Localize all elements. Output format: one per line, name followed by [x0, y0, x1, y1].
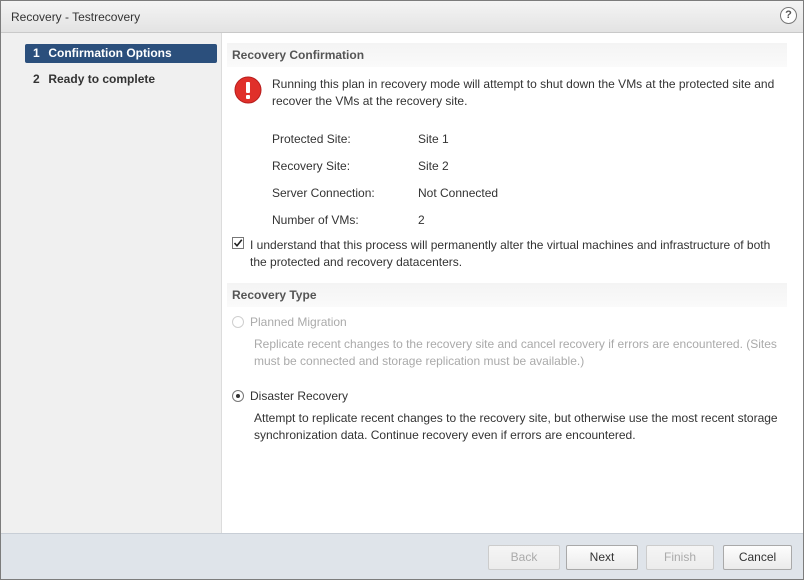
number-of-vms-value: 2	[418, 213, 425, 227]
server-connection-value: Not Connected	[418, 186, 499, 200]
back-button[interactable]: Back	[488, 545, 560, 570]
protected-site-label: Protected Site:	[272, 132, 351, 146]
step-confirmation-options[interactable]: 1 Confirmation Options	[25, 44, 217, 63]
finish-button[interactable]: Finish	[646, 545, 714, 570]
title-bar: Recovery - Testrecovery ?	[1, 1, 803, 33]
planned-migration-description: Replicate recent changes to the recovery…	[254, 337, 777, 368]
error-icon	[234, 76, 262, 104]
disaster-recovery-label: Disaster Recovery	[250, 389, 349, 403]
wizard-steps: 1 Confirmation Options 2 Ready to comple…	[1, 33, 222, 533]
cancel-button[interactable]: Cancel	[723, 545, 792, 570]
planned-migration-radio[interactable]	[232, 316, 244, 328]
recovery-site-label: Recovery Site:	[272, 159, 351, 173]
acknowledge-checkbox[interactable]	[232, 237, 244, 249]
disaster-recovery-radio[interactable]	[232, 390, 244, 402]
planned-migration-label: Planned Migration	[250, 315, 347, 329]
disaster-recovery-description: Attempt to replicate recent changes to t…	[254, 411, 778, 442]
radio-selected-dot	[236, 394, 240, 398]
step-label: Confirmation Options	[48, 46, 172, 60]
recovery-type-header: Recovery Type	[227, 283, 787, 307]
dialog-footer: Back Next Finish Cancel	[1, 533, 803, 579]
step-label: Ready to complete	[48, 72, 156, 86]
number-of-vms-label: Number of VMs:	[272, 213, 359, 227]
recovery-dialog: Recovery - Testrecovery ? 1 Confirmation…	[0, 0, 804, 580]
dialog-title: Recovery - Testrecovery	[11, 10, 141, 24]
next-button[interactable]: Next	[566, 545, 638, 570]
server-connection-label: Server Connection:	[272, 186, 375, 200]
protected-site-value: Site 1	[418, 132, 449, 146]
main-content: Recovery Confirmation Running this plan …	[222, 33, 803, 533]
warning-text: Running this plan in recovery mode will …	[272, 77, 775, 108]
recovery-site-value: Site 2	[418, 159, 449, 173]
help-icon[interactable]: ?	[780, 7, 797, 24]
step-ready-to-complete[interactable]: 2 Ready to complete	[25, 70, 217, 89]
acknowledge-label: I understand that this process will perm…	[250, 238, 771, 269]
checkmark-icon	[233, 239, 243, 248]
recovery-confirmation-header: Recovery Confirmation	[227, 43, 787, 67]
